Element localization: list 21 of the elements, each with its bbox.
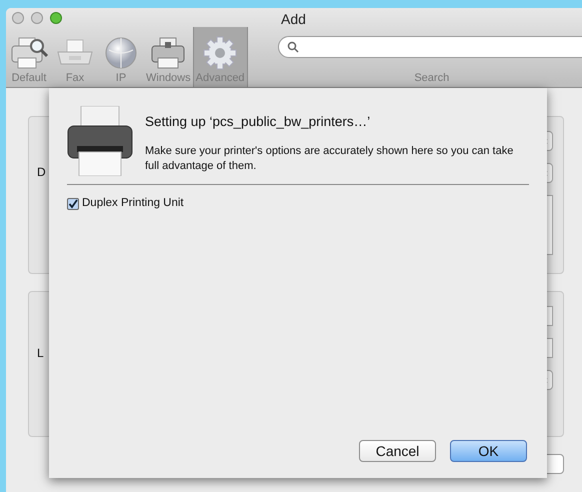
printer-icon <box>67 106 133 176</box>
checkbox[interactable] <box>67 198 79 210</box>
search-label: Search <box>414 70 450 86</box>
section-label: L <box>37 345 44 362</box>
sheet-message: Make sure your printer's options are accurately shown here so you can take full advantage of them. <box>145 144 514 174</box>
printer-magnifier-icon <box>9 36 49 70</box>
toolbar-button[interactable]: Windows <box>144 27 193 87</box>
minimize-button[interactable] <box>31 12 43 24</box>
sheet-title: Setting up ‘pcs_public_bw_printers…’ <box>145 113 372 131</box>
toolbar-button[interactable]: Fax <box>52 27 98 87</box>
ok-button[interactable]: OK <box>450 440 527 462</box>
cancel-button[interactable]: Cancel <box>359 440 436 462</box>
search-icon <box>286 40 299 52</box>
close-button[interactable] <box>12 12 24 24</box>
zoom-button[interactable] <box>50 12 62 24</box>
search-field[interactable] <box>278 36 582 58</box>
checkbox-label: Duplex Printing Unit <box>82 196 184 211</box>
section-label: D <box>37 164 46 181</box>
window-title: Add <box>281 10 306 29</box>
toolbar-button[interactable]: IP <box>98 27 144 87</box>
toolbar-button[interactable]: Default <box>6 27 52 87</box>
